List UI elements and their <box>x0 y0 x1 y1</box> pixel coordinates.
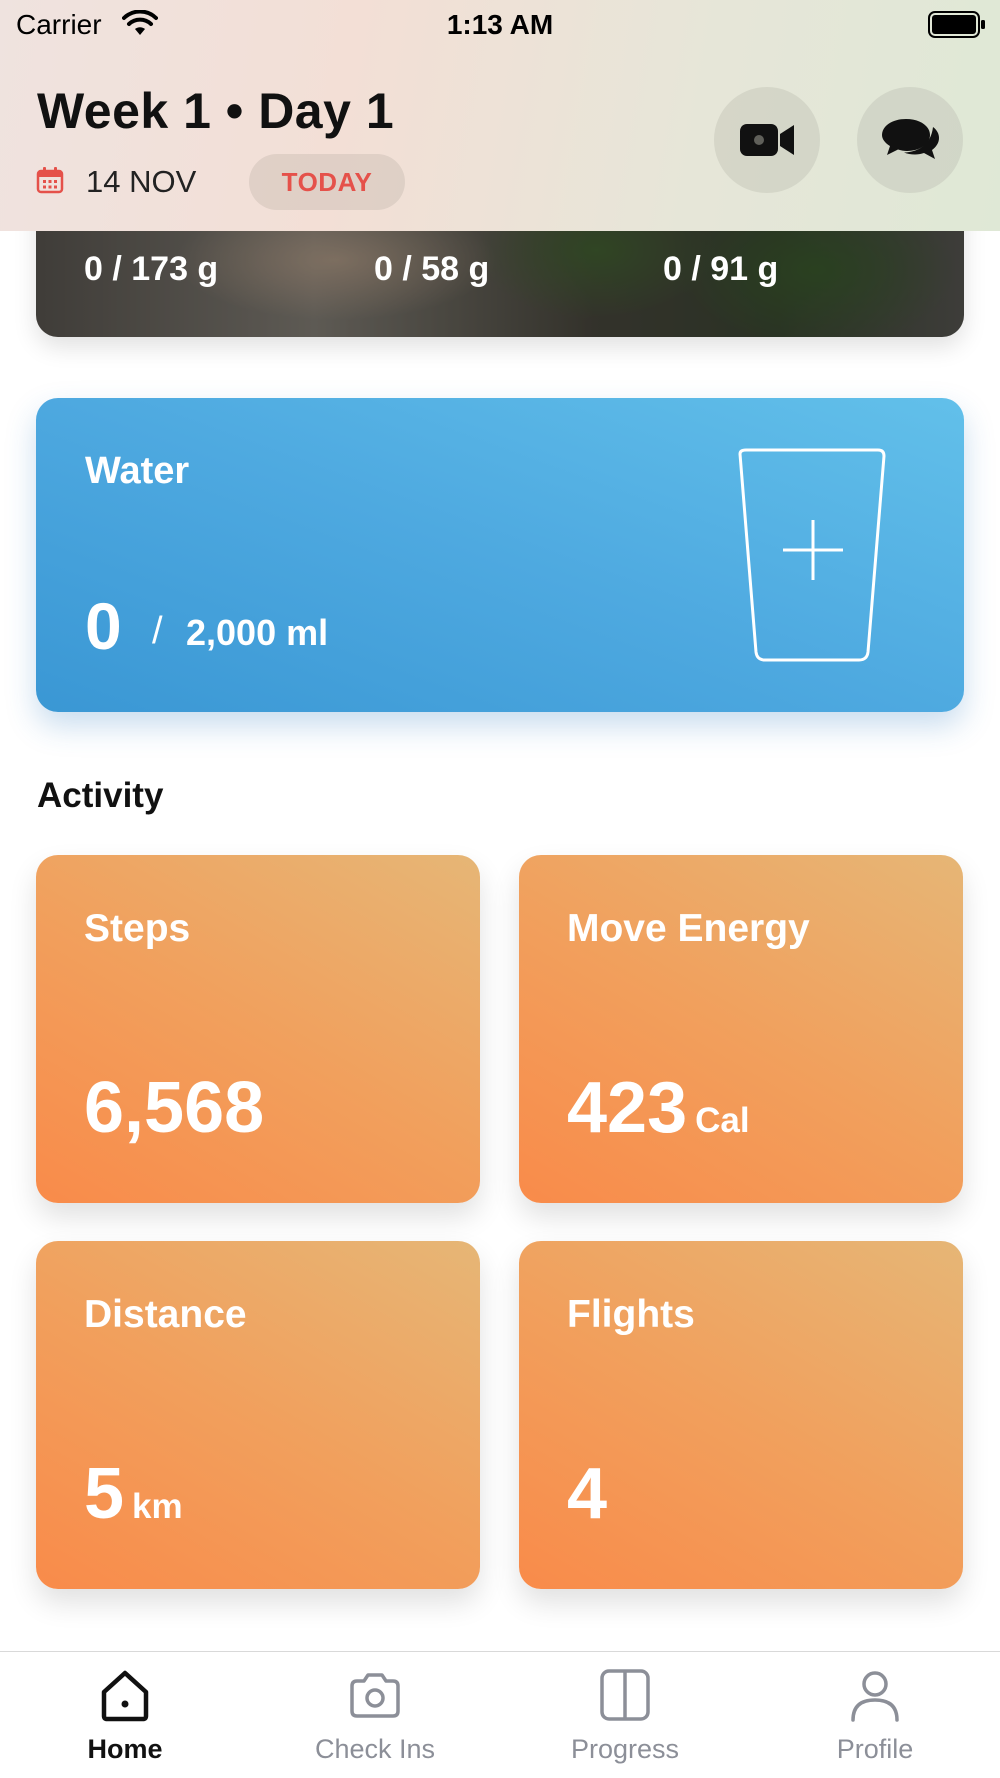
carbs-amount: 0 / 91 g <box>663 250 779 288</box>
flights-value: 4 <box>567 1454 608 1534</box>
tab-home[interactable]: Home <box>0 1666 250 1776</box>
tab-check-ins-label: Check Ins <box>314 1734 436 1764</box>
flights-label: Flights <box>567 1293 695 1336</box>
water-goal: 2,000 ml <box>186 612 329 653</box>
move-energy-unit: Cal <box>695 1101 750 1140</box>
steps-value-group: 6,568 <box>84 1067 264 1149</box>
tab-check-ins[interactable]: Check Ins <box>250 1666 500 1776</box>
date-label[interactable]: 14 NOV <box>86 164 196 200</box>
today-button[interactable]: TODAY <box>249 154 405 210</box>
status-time: 1:13 AM <box>446 9 554 40</box>
distance-value: 5 <box>84 1454 125 1534</box>
tab-progress[interactable]: Progress <box>500 1666 750 1776</box>
distance-tile[interactable]: Distance 5 km <box>36 1241 480 1589</box>
flights-value-group: 4 <box>567 1453 607 1535</box>
move-energy-value: 423 <box>567 1068 688 1148</box>
move-energy-value-group: 423 Cal <box>567 1067 750 1149</box>
steps-value: 6,568 <box>84 1068 265 1148</box>
tab-profile[interactable]: Profile <box>750 1666 1000 1776</box>
video-call-button[interactable] <box>714 87 820 193</box>
flights-tile[interactable]: Flights 4 <box>519 1241 963 1589</box>
water-title: Water <box>85 450 190 492</box>
steps-label: Steps <box>84 907 191 950</box>
fat-amount: 0 / 58 g <box>374 250 490 288</box>
protein-amount: 0 / 173 g <box>84 250 219 288</box>
chat-button[interactable] <box>857 87 963 193</box>
chat-bubbles-icon <box>882 119 939 159</box>
home-icon <box>101 1670 149 1722</box>
person-icon <box>851 1671 899 1722</box>
tab-profile-label: Profile <box>836 1734 914 1764</box>
distance-value-group: 5 km <box>84 1453 183 1535</box>
split-panel-icon <box>600 1669 650 1721</box>
distance-unit: km <box>132 1487 183 1526</box>
page-title: Week 1 • Day 1 <box>37 83 395 139</box>
status-bar: Carrier 1:13 AM <box>0 0 1000 50</box>
water-separator: / <box>152 610 163 652</box>
activity-heading: Activity <box>37 776 164 815</box>
distance-label: Distance <box>84 1293 247 1336</box>
tab-bar: Home Check Ins Progress Profile <box>0 1651 1000 1778</box>
water-card[interactable]: Water 0 / 2,000 ml <box>36 398 964 712</box>
move-energy-label: Move Energy <box>567 907 810 950</box>
header: Carrier 1:13 AM Week 1 • Day 1 14 NOV TO… <box>0 0 1000 231</box>
calendar-icon <box>36 167 64 194</box>
water-current: 0 <box>85 589 122 663</box>
move-energy-tile[interactable]: Move Energy 423 Cal <box>519 855 963 1203</box>
video-camera-icon <box>740 124 794 156</box>
tab-progress-label: Progress <box>570 1734 680 1764</box>
steps-tile[interactable]: Steps 6,568 <box>36 855 480 1203</box>
tab-home-label: Home <box>87 1734 163 1764</box>
camera-icon <box>350 1673 400 1718</box>
battery-icon <box>928 11 985 38</box>
glass-plus-icon[interactable] <box>736 446 896 668</box>
